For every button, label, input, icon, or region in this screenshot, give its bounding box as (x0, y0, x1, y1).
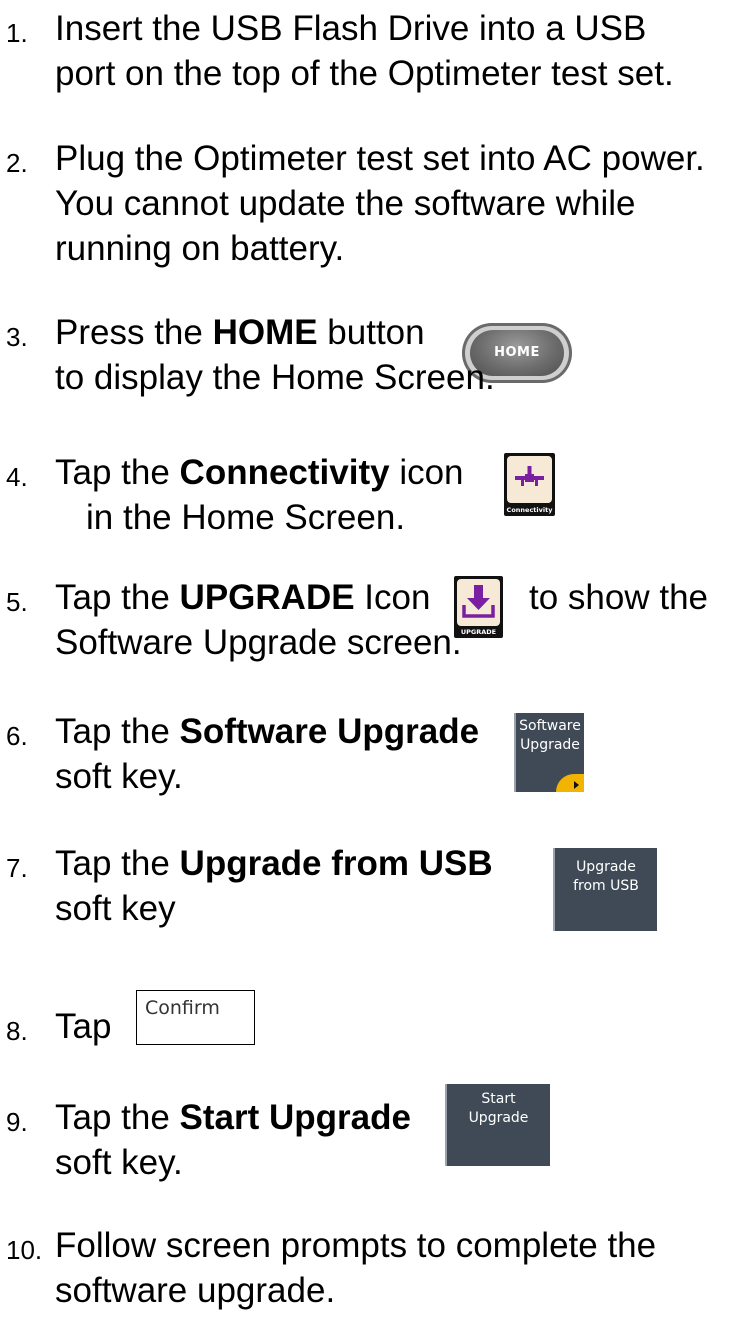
step-text: Tap the Start Upgrade (55, 1098, 411, 1137)
step-number: 2. (6, 148, 28, 178)
step-number: 5. (6, 587, 28, 617)
step-text: Tap the Upgrade from USB (55, 844, 493, 883)
step-number: 3. (6, 322, 28, 352)
step-text: running on battery. (55, 229, 345, 268)
start-upgrade-softkey: Start Upgrade (445, 1084, 550, 1166)
corner-arrow-icon (556, 774, 584, 792)
step-text: Software Upgrade screen. (55, 623, 462, 662)
step-number: 7. (6, 853, 28, 883)
step-text: Tap the UPGRADE Icon (55, 578, 431, 617)
step-text: Tap the Connectivity icon (55, 453, 464, 492)
step-text: in the Home Screen. (86, 498, 406, 537)
connectivity-icon: Connectivity (504, 453, 555, 516)
step-text: Plug the Optimeter test set into AC powe… (55, 139, 705, 178)
step-text: Insert the USB Flash Drive into a USB (55, 9, 647, 48)
step-text: port on the top of the Optimeter test se… (55, 54, 674, 93)
step-text: Tap (55, 1007, 112, 1046)
step-text: soft key (55, 889, 176, 928)
confirm-button: Confirm (136, 990, 255, 1045)
step-text: soft key. (55, 1143, 183, 1182)
step-text: You cannot update the software while (55, 184, 636, 223)
step-text: to show the (529, 578, 708, 617)
step-number: 4. (6, 462, 28, 492)
step-number: 9. (6, 1107, 28, 1137)
step-text: Tap the Software Upgrade (55, 712, 480, 751)
connectivity-caption: Connectivity (506, 506, 553, 514)
step-text: software upgrade. (55, 1271, 336, 1310)
step-text: soft key. (55, 757, 183, 796)
step-text: Follow screen prompts to complete the (55, 1226, 657, 1265)
step-number: 1. (6, 18, 28, 48)
software-upgrade-softkey: Software Upgrade (514, 713, 584, 792)
step-text: Press the HOME button (55, 313, 425, 352)
step-number: 6. (6, 721, 28, 751)
step-number: 8. (6, 1016, 28, 1046)
step-text: to display the Home Screen. (55, 358, 495, 397)
step-number: 10. (6, 1235, 43, 1265)
upgrade-from-usb-softkey: Upgrade from USB (553, 848, 657, 931)
